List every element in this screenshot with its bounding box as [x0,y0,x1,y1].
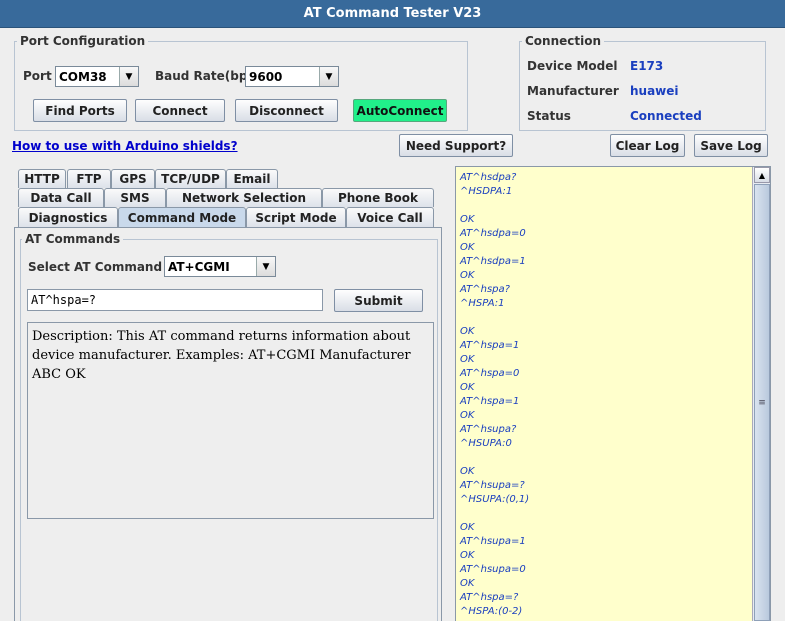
chevron-down-icon[interactable]: ▼ [119,67,138,86]
status-value: Connected [630,109,702,123]
log-line: ^HSDPA:1 [460,186,513,197]
log-line: AT^hsdpa=1 [460,256,526,267]
log-line: AT^hsupa=? [460,480,525,491]
log-scrollbar[interactable]: ▲ ≡ [752,167,770,621]
log-line: OK [460,354,475,365]
tab-command-mode[interactable]: Command Mode [118,207,246,228]
log-line: AT^hspa=0 [460,368,520,379]
log-line: OK [460,578,475,589]
log-line: OK [460,326,475,337]
save-log-button[interactable]: Save Log [694,134,768,157]
scroll-up-arrow-icon[interactable]: ▲ [754,167,770,183]
tab-http[interactable]: HTTP [18,169,66,188]
log-line: AT^hspa=1 [460,396,520,407]
tab-ftp[interactable]: FTP [67,169,111,188]
baud-rate-select[interactable]: 9600 ▼ [245,66,339,87]
log-panel[interactable]: AT^hsdpa? ^HSDPA:1 OK AT^hsdpa=0 OK AT^hsdpa=… [455,166,771,621]
log-line: AT^hsupa? [460,424,517,435]
log-line: OK [460,466,475,477]
log-line: AT^hsupa=0 [460,564,526,575]
connect-button[interactable]: Connect [135,99,225,122]
log-line: AT^hsupa=1 [460,536,526,547]
disconnect-button[interactable]: Disconnect [235,99,338,122]
log-line: ^HSPA:(0-2) [460,606,523,617]
log-line: OK [460,270,475,281]
tab-diagnostics[interactable]: Diagnostics [18,207,118,227]
log-line: OK [460,382,475,393]
log-line: AT^hsdpa? [460,172,517,183]
chevron-down-icon[interactable]: ▼ [319,67,338,86]
tab-voice-call[interactable]: Voice Call [346,207,434,227]
at-command-select-value: AT+CGMI [168,259,230,274]
command-description: Description: This AT command returns inf… [27,322,434,519]
log-line: AT^hspa? [460,284,510,295]
log-line: AT^hsdpa=0 [460,228,526,239]
tab-script-mode[interactable]: Script Mode [246,207,346,227]
at-commands-legend: AT Commands [22,232,124,246]
manufacturer-value: huawei [630,84,679,98]
tab-tcp-udp[interactable]: TCP/UDP [155,169,226,188]
port-label: Port [23,69,52,83]
log-line: OK [460,242,475,253]
status-label: Status [527,109,571,123]
port-configuration-legend: Port Configuration [17,34,149,48]
tab-network-selection[interactable]: Network Selection [166,188,322,207]
log-line: OK [460,550,475,561]
chevron-down-icon[interactable]: ▼ [256,257,275,276]
scrollbar-thumb[interactable]: ≡ [754,184,770,621]
log-line: OK [460,214,475,225]
log-line: AT^hspa=? [460,592,519,603]
window-title: AT Command Tester V23 [303,6,482,21]
baud-rate-select-value: 9600 [249,69,283,84]
log-line: ^HSPA:1 [460,298,505,309]
log-line: ^HSUPA:(0,1) [460,494,530,505]
need-support-button[interactable]: Need Support? [399,134,513,157]
port-select-value: COM38 [59,69,107,84]
autoconnect-button[interactable]: AutoConnect [353,99,447,122]
submit-button[interactable]: Submit [334,289,423,312]
connection-legend: Connection [522,34,605,48]
window-title-bar: AT Command Tester V23 [0,0,785,28]
device-model-value: E173 [630,59,664,73]
tab-data-call[interactable]: Data Call [18,188,104,207]
at-command-input[interactable]: AT^hspa=? [27,289,323,311]
device-model-label: Device Model [527,59,618,73]
select-at-command-label: Select AT Command [28,260,163,274]
tab-phone-book[interactable]: Phone Book [322,188,434,207]
manufacturer-label: Manufacturer [527,84,619,98]
clear-log-button[interactable]: Clear Log [610,134,685,157]
at-command-select[interactable]: AT+CGMI ▼ [164,256,276,277]
port-select[interactable]: COM38 ▼ [55,66,139,87]
tab-email[interactable]: Email [226,169,278,188]
arduino-shields-link[interactable]: How to use with Arduino shields? [12,139,238,153]
tab-gps[interactable]: GPS [111,169,155,188]
log-line: AT^hspa=1 [460,340,520,351]
tab-sms[interactable]: SMS [104,188,166,207]
log-lines: AT^hsdpa? ^HSDPA:1 OK AT^hsdpa=0 OK AT^hsdpa=… [456,167,770,619]
log-line: OK [460,410,475,421]
log-line: ^HSUPA:0 [460,438,512,449]
log-line: OK [460,522,475,533]
find-ports-button[interactable]: Find Ports [33,99,127,122]
